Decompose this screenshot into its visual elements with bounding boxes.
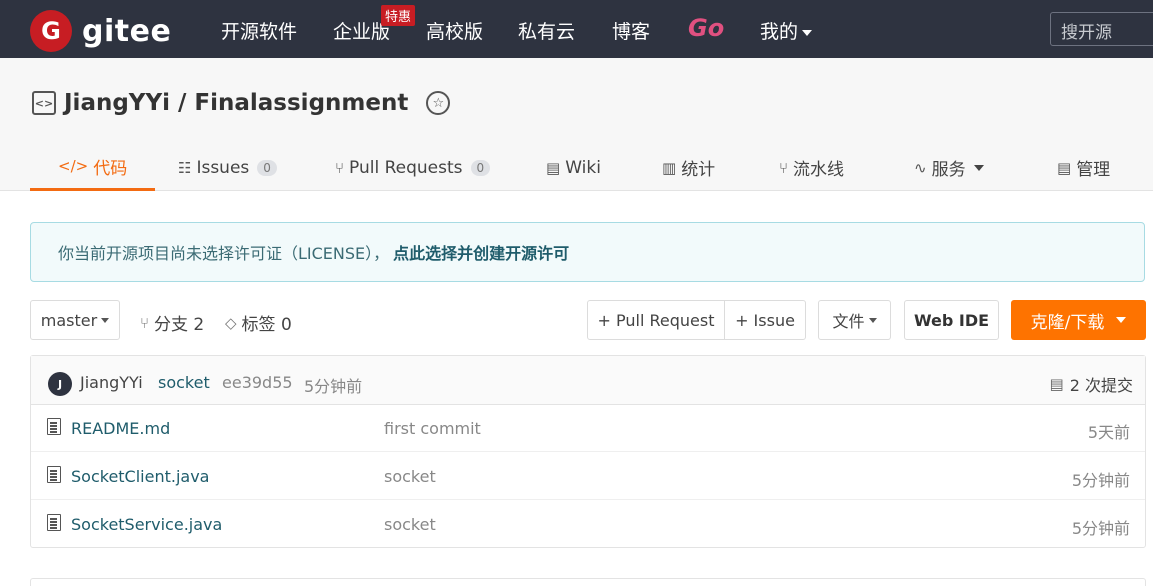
issues-count-badge: 0: [257, 159, 277, 176]
repo-header: <> JiangYYi / Finalassignment ☆ </> 代码 ☷…: [0, 58, 1153, 191]
tab-label: 代码: [93, 158, 128, 179]
file-commit-message[interactable]: socket: [384, 515, 436, 534]
gitee-logo[interactable]: G gitee: [30, 10, 171, 52]
license-notice: 你当前开源项目尚未选择许可证（LICENSE）， 点此选择并创建开源许可: [30, 222, 1145, 282]
new-issue-button[interactable]: + Issue: [724, 300, 806, 340]
pr-count-badge: 0: [470, 159, 491, 176]
chevron-down-icon: [868, 317, 877, 323]
tab-label: 流水线: [793, 160, 845, 180]
branches-link[interactable]: ⑂ 分支 2: [140, 310, 205, 336]
branch-select-label: master: [40, 310, 98, 330]
tab-label: Wiki: [565, 157, 601, 178]
table-row[interactable]: SocketClient.java socket 5分钟前: [31, 453, 1145, 500]
nav-item-private-cloud[interactable]: 私有云: [518, 17, 575, 44]
pull-request-icon: ⑂: [335, 158, 345, 177]
clone-download-label: 克隆/下载: [1030, 312, 1105, 333]
nav-item-go[interactable]: Go: [688, 14, 724, 42]
tag-icon: ◇: [225, 313, 237, 332]
tab-code[interactable]: </> 代码: [30, 144, 156, 191]
web-ide-button[interactable]: Web IDE: [904, 300, 999, 340]
latest-commit-bar: J JiangYYi socket ee39d55 5分钟前 ▤ 2 次提交: [31, 356, 1145, 405]
tab-stats[interactable]: ▥ 统计: [662, 144, 715, 191]
gitee-logo-text: gitee: [82, 13, 172, 49]
code-icon: </>: [58, 157, 89, 175]
file-name[interactable]: SocketClient.java: [71, 467, 209, 486]
file-icon: [47, 418, 61, 435]
nav-item-mine[interactable]: 我的: [760, 17, 813, 44]
search-input[interactable]: 搜开源: [1050, 12, 1153, 46]
file-time: 5分钟前: [1071, 471, 1130, 490]
repo-name[interactable]: JiangYYi / Finalassignment: [64, 90, 408, 116]
branches-label: 分支 2: [154, 315, 205, 335]
commit-hash[interactable]: ee39d55: [222, 373, 293, 392]
chart-icon: ▥: [662, 158, 677, 177]
file-commit-message[interactable]: socket: [384, 467, 436, 486]
nav-item-blog[interactable]: 博客: [612, 17, 650, 44]
tags-link[interactable]: ◇ 标签 0: [225, 310, 292, 336]
tab-label: Issues: [196, 157, 250, 178]
tab-label: 统计: [681, 160, 716, 180]
readme-panel: [30, 578, 1146, 586]
chevron-down-icon: [101, 317, 110, 323]
file-menu-button[interactable]: 文件: [818, 300, 891, 340]
repo-title: <> JiangYYi / Finalassignment ☆: [32, 90, 451, 116]
chevron-down-icon: [802, 29, 813, 36]
commit-count-link[interactable]: ▤ 2 次提交: [1050, 372, 1133, 396]
create-license-link[interactable]: 点此选择并创建开源许可: [393, 240, 569, 264]
gitee-logo-icon: G: [30, 10, 72, 52]
chevron-down-icon: [1116, 317, 1127, 323]
chevron-down-icon: [973, 164, 984, 171]
tab-label: Pull Requests: [349, 157, 463, 178]
tab-label: 管理: [1076, 160, 1111, 180]
tab-wiki[interactable]: ▤ Wiki: [546, 144, 601, 191]
file-list: J JiangYYi socket ee39d55 5分钟前 ▤ 2 次提交 R…: [30, 355, 1146, 548]
tab-issues[interactable]: ☷ Issues 0: [178, 144, 277, 191]
nav-mine-label: 我的: [760, 21, 799, 43]
commit-message[interactable]: socket: [158, 373, 210, 392]
clone-download-button[interactable]: 克隆/下载: [1011, 300, 1146, 340]
tab-label: 服务: [931, 160, 966, 180]
tab-pull-requests[interactable]: ⑂ Pull Requests 0: [335, 144, 491, 191]
top-navbar: G gitee 开源软件 企业版 特惠 高校版 私有云 博客 Go 我的 搜开源: [0, 0, 1153, 58]
tags-label: 标签 0: [241, 315, 292, 335]
commit-author[interactable]: JiangYYi: [80, 373, 143, 392]
nav-item-education[interactable]: 高校版: [426, 17, 483, 44]
file-commit-message[interactable]: first commit: [384, 419, 481, 438]
table-row[interactable]: README.md first commit 5天前: [31, 405, 1145, 452]
file-time: 5分钟前: [1071, 519, 1130, 538]
repo-code-icon: <>: [32, 91, 56, 115]
tab-manage[interactable]: ▤ 管理: [1057, 144, 1110, 191]
commit-count-label: 2 次提交: [1069, 376, 1133, 395]
repo-tabs: </> 代码 ☷ Issues 0 ⑂ Pull Requests 0 ▤ Wi…: [30, 144, 1153, 191]
file-name[interactable]: README.md: [71, 419, 170, 438]
nav-item-open-source[interactable]: 开源软件: [221, 17, 297, 44]
file-time: 5天前: [1087, 423, 1130, 442]
file-icon: [47, 466, 61, 483]
license-notice-text: 你当前开源项目尚未选择许可证（LICENSE），: [58, 244, 390, 263]
avatar[interactable]: J: [48, 372, 72, 396]
book-icon: ▤: [546, 158, 561, 177]
branch-select[interactable]: master: [30, 300, 120, 340]
recommend-badge-icon[interactable]: ☆: [426, 91, 451, 115]
table-row[interactable]: SocketService.java socket 5分钟前: [31, 501, 1145, 548]
pulse-icon: ∿: [914, 158, 927, 177]
branch-icon: ⑂: [140, 313, 150, 332]
tab-services[interactable]: ∿ 服务: [914, 144, 984, 191]
tab-pipeline[interactable]: ⑂ 流水线: [779, 144, 844, 191]
file-menu-label: 文件: [832, 312, 865, 331]
commits-icon: ▤: [1049, 375, 1064, 393]
new-pull-request-button[interactable]: + Pull Request: [587, 300, 725, 340]
file-name[interactable]: SocketService.java: [71, 515, 222, 534]
settings-doc-icon: ▤: [1057, 158, 1072, 177]
issues-icon: ☷: [178, 158, 192, 177]
promo-badge: 特惠: [381, 5, 416, 26]
pipeline-icon: ⑂: [779, 158, 789, 177]
file-icon: [47, 514, 61, 531]
commit-time: 5分钟前: [304, 377, 363, 396]
